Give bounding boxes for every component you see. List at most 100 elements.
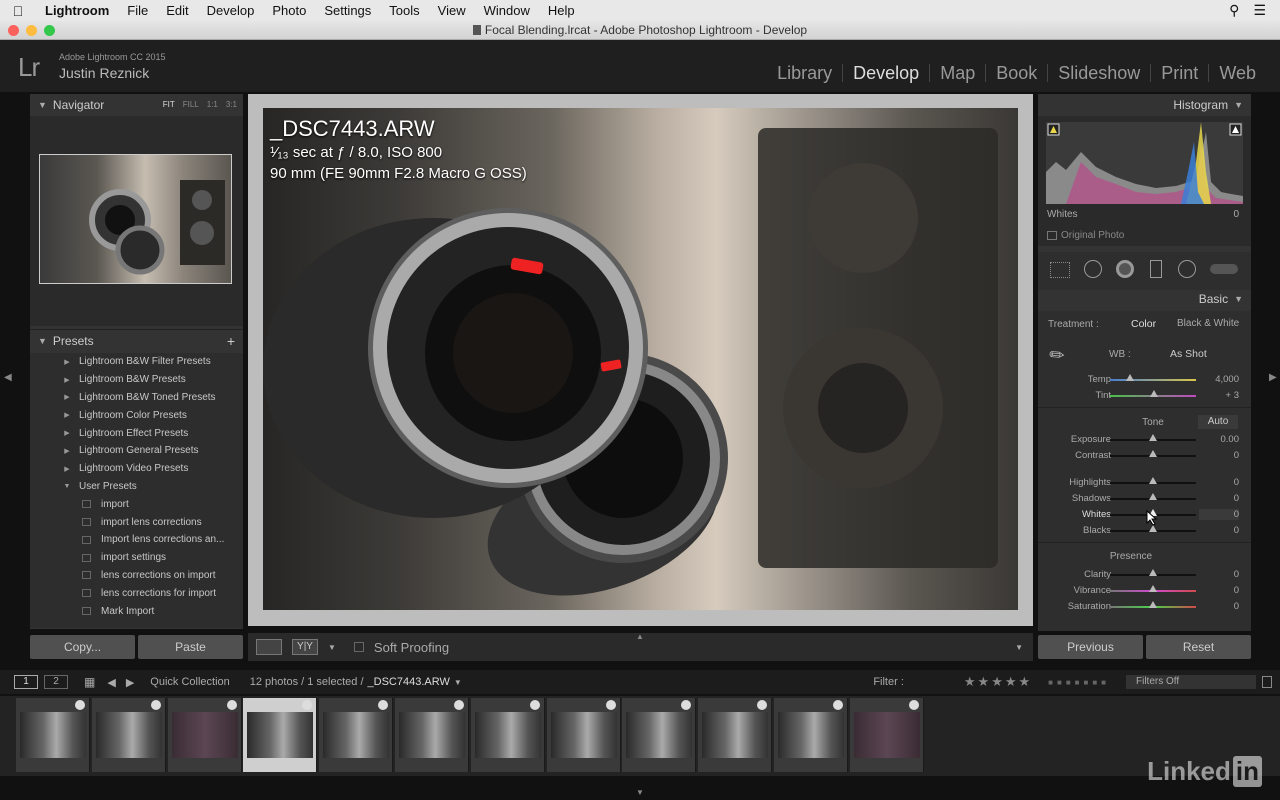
temp-value[interactable]: 4,000 [1199,374,1239,385]
preset-item[interactable]: Import lens corrections an... [30,531,243,549]
shadows-slider-knob[interactable] [1149,493,1157,500]
close-window-button[interactable] [8,25,19,36]
filmstrip-thumbnail[interactable] [16,698,90,772]
menu-photo[interactable]: Photo [263,3,315,18]
paste-settings-button[interactable]: Paste [138,635,243,659]
blacks-value[interactable]: 0 [1199,525,1239,536]
highlights-value[interactable]: 0 [1199,477,1239,488]
saturation-value[interactable]: 0 [1199,601,1239,612]
before-after-view-button[interactable]: Y|Y [292,639,318,655]
preset-folder[interactable]: ▶ Lightroom B&W Presets [30,371,243,389]
toolbar-menu-icon[interactable]: ▼ [1015,643,1023,652]
module-library[interactable]: Library [767,64,842,82]
navigator-header[interactable]: ▼ Navigator FIT FILL 1:1 3:1 [30,94,243,116]
filmstrip-thumbnail[interactable] [698,698,773,772]
preset-item[interactable]: import settings [30,549,243,567]
right-panel-collapse-arrow-icon[interactable]: ▶ [1269,372,1277,383]
exposure-slider-knob[interactable] [1149,434,1157,441]
filmstrip-thumbnail[interactable] [546,698,621,772]
filmstrip-thumbnail[interactable] [849,698,924,772]
preset-item[interactable]: import lens corrections [30,513,243,531]
copy-settings-button[interactable]: Copy... [30,635,135,659]
zoom-3-1[interactable]: 3:1 [226,100,237,109]
crop-tool-icon[interactable] [1050,262,1070,278]
preset-item[interactable]: Mark Import [30,602,243,620]
back-arrow-icon[interactable]: ◀ [107,676,115,689]
add-preset-button[interactable]: + [227,333,235,349]
rating-filter-stars[interactable]: ★★★★★ [964,674,1032,690]
treatment-color-option[interactable]: Color [1131,318,1156,330]
whites-value[interactable]: 0 [1199,509,1239,520]
filmstrip-thumbnail[interactable] [395,698,469,772]
menu-tools[interactable]: Tools [380,3,428,18]
shadows-value[interactable]: 0 [1199,493,1239,504]
module-book[interactable]: Book [985,64,1047,82]
preset-folder[interactable]: ▶ Lightroom B&W Toned Presets [30,389,243,407]
filename-dropdown-icon[interactable]: ▼ [454,678,462,687]
forward-arrow-icon[interactable]: ▶ [126,676,134,689]
preset-folder[interactable]: ▶ Lightroom B&W Filter Presets [30,353,243,371]
preset-item[interactable]: lens corrections for import [30,584,243,602]
white-balance-selector-icon[interactable]: ✎ [1045,343,1070,369]
filmstrip-thumbnail[interactable] [167,698,242,772]
grid-view-icon[interactable]: ▦ [84,675,95,689]
menu-file[interactable]: File [118,3,157,18]
filmstrip-source-label[interactable]: Quick Collection [150,676,229,688]
previous-settings-button[interactable]: Previous [1038,635,1143,659]
module-print[interactable]: Print [1150,64,1208,82]
reset-button[interactable]: Reset [1146,635,1251,659]
preset-folder[interactable]: ▶ Lightroom Color Presets [30,406,243,424]
filmstrip-thumbnail[interactable] [243,698,318,772]
preset-folder[interactable]: ▼ User Presets [30,478,243,496]
filmstrip-thumbnail[interactable] [470,698,545,772]
menu-develop[interactable]: Develop [198,3,264,18]
filmstrip-thumbnail[interactable] [91,698,166,772]
menu-help[interactable]: Help [539,3,584,18]
main-photo[interactable]: _DSC7443.ARW ¹⁄₁₃ sec at ƒ / 8.0, ISO 80… [263,108,1018,610]
zoom-fit[interactable]: FIT [163,100,175,109]
tint-value[interactable]: + 3 [1199,390,1239,401]
temp-slider-knob[interactable] [1125,374,1134,381]
filmstrip-thumbnail[interactable] [319,698,394,772]
soft-proofing-checkbox[interactable] [353,642,364,652]
wb-value-select[interactable]: As Shot [1170,348,1207,360]
menu-window[interactable]: Window [475,3,539,18]
exposure-value[interactable]: 0.00 [1199,434,1240,445]
saturation-slider-knob[interactable] [1149,601,1157,608]
highlights-slider-knob[interactable] [1149,477,1157,484]
blacks-slider-knob[interactable] [1149,525,1157,532]
original-photo-checkbox[interactable] [1047,231,1057,240]
vibrance-value[interactable]: 0 [1199,585,1239,596]
secondary-window-button[interactable]: 2 [44,675,68,689]
filmstrip-selected-file[interactable]: _DSC7443.ARW [368,676,450,688]
radial-filter-icon[interactable] [1178,260,1196,278]
preset-item[interactable]: lens corrections on import [30,567,243,585]
main-window-button[interactable]: 1 [14,675,38,689]
preset-folder[interactable]: ▶ Lightroom Effect Presets [30,424,243,442]
loupe-view-button[interactable] [256,639,282,655]
before-after-dropdown-icon[interactable]: ▼ [328,643,336,652]
zoom-1-1[interactable]: 1:1 [207,100,218,109]
module-develop[interactable]: Develop [842,64,929,82]
spot-removal-tool-icon[interactable] [1084,260,1102,278]
preset-folder[interactable]: ▶ Lightroom Video Presets [30,460,243,478]
zoom-window-button[interactable] [44,25,55,36]
module-web[interactable]: Web [1208,64,1266,82]
vibrance-slider-knob[interactable] [1149,585,1157,592]
presets-header[interactable]: ▼ Presets + [30,329,243,351]
filmstrip-thumbnail[interactable] [774,698,848,772]
auto-tone-button[interactable]: Auto [1198,415,1238,429]
zoom-fill[interactable]: FILL [183,100,199,109]
notification-center-icon[interactable]: ☰ [1253,2,1266,19]
minimize-window-button[interactable] [26,25,37,36]
left-panel-collapse-arrow-icon[interactable]: ◀ [4,372,12,383]
spotlight-search-icon[interactable]: ⚲ [1229,2,1239,19]
contrast-value[interactable]: 0 [1199,450,1239,461]
navigator-thumbnail[interactable] [39,154,232,284]
module-slideshow[interactable]: Slideshow [1047,64,1150,82]
color-label-filter[interactable]: ■■■■■■■ [1048,678,1110,687]
contrast-slider-knob[interactable] [1149,450,1157,457]
preset-item[interactable]: import [30,495,243,513]
apple-icon[interactable]:  [0,3,36,19]
menu-edit[interactable]: Edit [157,3,197,18]
